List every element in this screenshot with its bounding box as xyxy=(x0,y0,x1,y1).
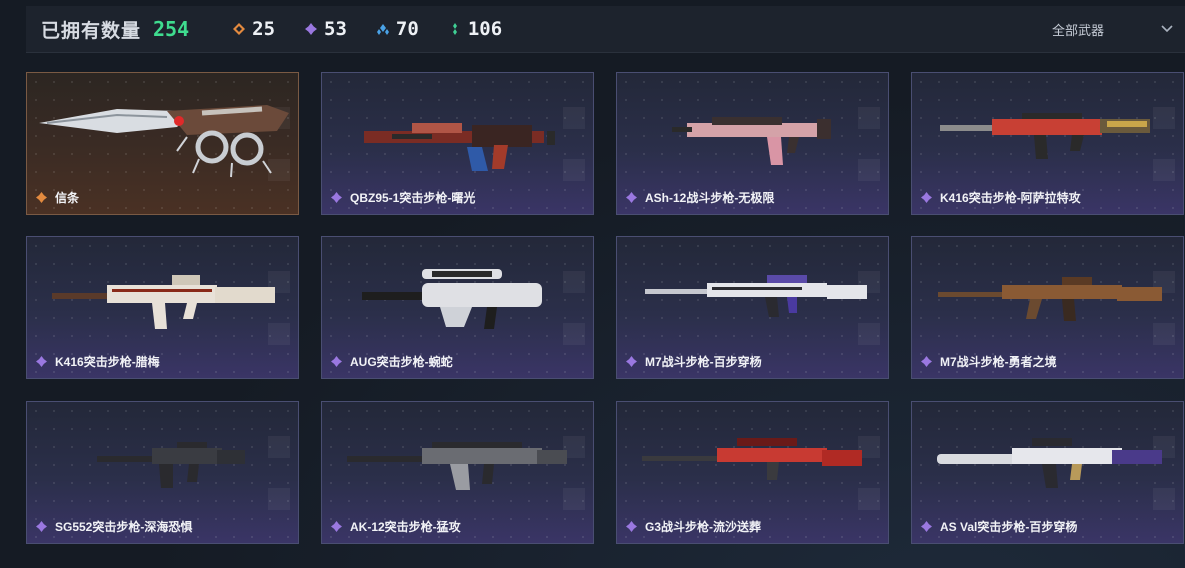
weapon-card[interactable]: M7战斗步枪-勇者之境 xyxy=(911,236,1184,379)
card-label: M7战斗步枪-勇者之境 xyxy=(921,353,1057,370)
weapon-card[interactable]: AUG突击步枪-蜿蛇 xyxy=(321,236,594,379)
owned-count: 254 xyxy=(153,17,190,41)
weapon-name: AK-12突击步枪-猛攻 xyxy=(350,520,461,534)
stat-value: 70 xyxy=(395,18,419,40)
weapon-image xyxy=(642,438,862,480)
green-diamond-icon xyxy=(452,23,457,35)
stat-value: 53 xyxy=(324,18,347,40)
weapon-filter-dropdown[interactable]: 全部武器 xyxy=(1045,6,1185,52)
weapon-name: M7战斗步枪-百步穿杨 xyxy=(645,355,762,369)
weapon-image xyxy=(672,117,831,165)
weapon-image xyxy=(347,442,567,490)
rarity-icon xyxy=(626,356,637,367)
weapon-image xyxy=(937,438,1162,488)
card-label: 信条 xyxy=(36,189,79,206)
weapon-name: G3战斗步枪-流沙送葬 xyxy=(645,520,762,534)
rarity-icon xyxy=(36,521,47,532)
card-label: ASh-12战斗步枪-无极限 xyxy=(626,189,774,206)
weapon-card[interactable]: G3战斗步枪-流沙送葬 xyxy=(616,401,889,544)
weapon-name: AUG突击步枪-蜿蛇 xyxy=(350,355,453,369)
weapon-card[interactable]: 信条 xyxy=(26,72,299,215)
rarity-icon xyxy=(921,521,932,532)
card-label: K416突击步枪-阿萨拉特攻 xyxy=(921,189,1081,206)
rarity-icon xyxy=(331,192,342,203)
purple-diamond-icon xyxy=(305,23,318,35)
weapon-name: M7战斗步枪-勇者之境 xyxy=(940,355,1057,369)
weapon-image xyxy=(52,275,275,329)
card-label: SG552突击步枪-深海恐惧 xyxy=(36,518,192,535)
weapon-image xyxy=(362,269,542,329)
orange-diamond-icon xyxy=(233,23,246,35)
weapon-name: K416突击步枪-腊梅 xyxy=(55,355,160,369)
rarity-icon xyxy=(331,356,342,367)
weapon-card[interactable]: K416突击步枪-腊梅 xyxy=(26,236,299,379)
stat-value: 25 xyxy=(252,18,276,40)
stat-green: 106 xyxy=(449,18,502,40)
rarity-icon xyxy=(331,521,342,532)
rarity-icon xyxy=(626,192,637,203)
weapon-card[interactable]: AK-12突击步枪-猛攻 xyxy=(321,401,594,544)
weapon-card[interactable]: SG552突击步枪-深海恐惧 xyxy=(26,401,299,544)
weapon-name: 信条 xyxy=(55,191,80,205)
weapon-name: K416突击步枪-阿萨拉特攻 xyxy=(940,191,1081,205)
filter-label: 全部武器 xyxy=(1052,22,1105,38)
rarity-icon xyxy=(36,356,47,367)
stat-orange: 25 xyxy=(233,18,275,40)
stat-blue: 70 xyxy=(376,18,419,40)
weapon-name: AS Val突击步枪-百步穿杨 xyxy=(940,520,1078,534)
weapon-name: SG552突击步枪-深海恐惧 xyxy=(55,520,193,534)
weapon-image xyxy=(940,113,1150,159)
blue-diamond-icon xyxy=(376,24,389,35)
card-label: G3战斗步枪-流沙送葬 xyxy=(626,518,761,535)
weapon-name: ASh-12战斗步枪-无极限 xyxy=(645,191,775,205)
card-label: AK-12突击步枪-猛攻 xyxy=(331,518,461,535)
weapon-card[interactable]: M7战斗步枪-百步穿杨 xyxy=(616,236,889,379)
rarity-icon xyxy=(626,521,637,532)
weapon-image xyxy=(938,277,1162,321)
weapon-card[interactable]: ASh-12战斗步枪-无极限 xyxy=(616,72,889,215)
card-label: AS Val突击步枪-百步穿杨 xyxy=(921,518,1077,535)
weapon-card[interactable]: QBZ95-1突击步枪-曙光 xyxy=(321,72,594,215)
card-label: QBZ95-1突击步枪-曙光 xyxy=(331,189,475,206)
card-label: AUG突击步枪-蜿蛇 xyxy=(331,353,453,370)
card-label: M7战斗步枪-百步穿杨 xyxy=(626,353,762,370)
weapon-card[interactable]: AS Val突击步枪-百步穿杨 xyxy=(911,401,1184,544)
rarity-icon xyxy=(921,356,932,367)
weapon-image xyxy=(364,123,555,171)
rarity-icon xyxy=(921,192,932,203)
weapon-card[interactable]: K416突击步枪-阿萨拉特攻 xyxy=(911,72,1184,215)
stat-value: 106 xyxy=(467,18,503,40)
card-label: K416突击步枪-腊梅 xyxy=(36,353,160,370)
weapon-name: QBZ95-1突击步枪-曙光 xyxy=(350,191,476,205)
stat-purple: 53 xyxy=(305,18,347,40)
weapon-image xyxy=(97,442,245,488)
inventory-header: 已拥有数量 254 25 53 70 106 全部武器 xyxy=(26,6,1185,53)
weapon-image xyxy=(645,275,867,317)
weapon-image xyxy=(39,105,289,178)
chevron-down-icon xyxy=(1161,25,1173,33)
owned-label: 已拥有数量 xyxy=(41,20,142,42)
rarity-icon xyxy=(36,192,47,203)
